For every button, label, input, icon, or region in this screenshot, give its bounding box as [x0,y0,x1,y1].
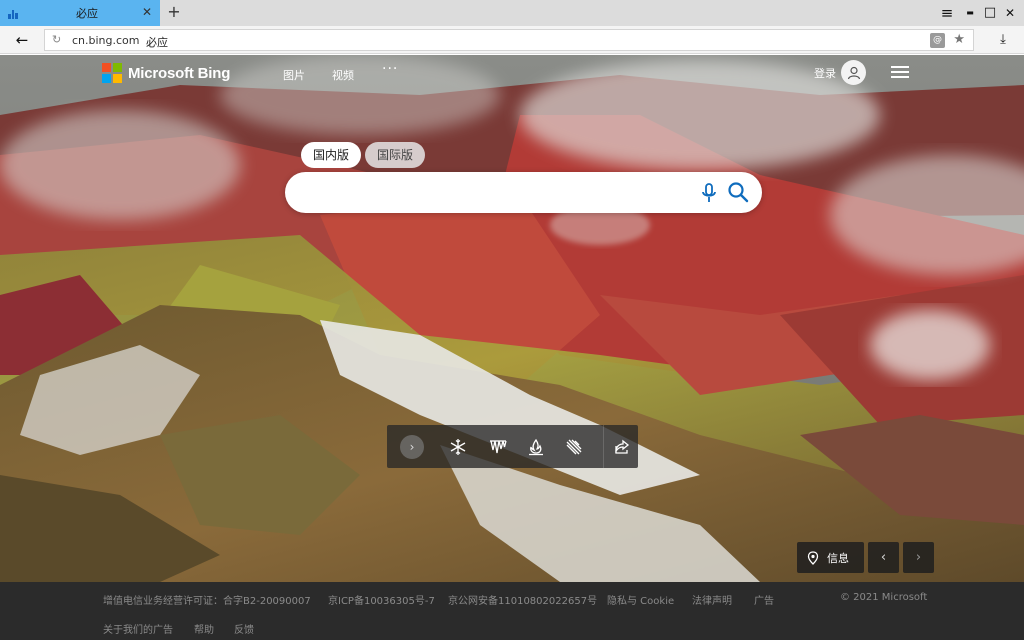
url-text[interactable]: cn.bing.com [72,34,140,47]
footer-link-police[interactable]: 京公网安备11010802022657号 [448,592,597,607]
search-icon[interactable] [727,181,749,203]
user-avatar-icon[interactable] [841,60,866,85]
snowflake-icon[interactable] [445,434,471,460]
footer-link-legal[interactable]: 法律声明 [692,592,732,607]
minimize-button[interactable]: ▬ [960,3,980,23]
window-close-button[interactable]: ✕ [1000,3,1020,23]
microsoft-logo-icon [102,63,122,83]
info-label: 信息 [827,551,849,565]
campfire-icon[interactable] [523,434,549,460]
more-menu-icon[interactable]: ··· [382,61,398,77]
logo-text: Microsoft Bing [128,64,231,82]
browser-tab-bar: 必应 ✕ + ≡ ▬ □ ✕ [0,0,1024,26]
footer-link-privacy[interactable]: 隐私与 Cookie [607,592,674,607]
page-title-text: 必应 [146,36,168,49]
snowfall-icon[interactable] [561,434,587,460]
browser-menu-icon[interactable]: ≡ [937,3,957,23]
footer-link-ads[interactable]: 广告 [754,592,774,607]
image-toolbar: › [387,425,638,468]
download-icon[interactable]: ⤓ [994,31,1012,49]
reload-icon[interactable]: ↻ [52,33,61,46]
nav-videos[interactable]: 视频 [332,67,354,83]
back-button[interactable]: ← [12,30,32,50]
previous-image-button[interactable]: ‹ [868,542,899,573]
location-pin-icon [807,550,819,565]
footer-link-icp[interactable]: 京ICP备10036305号-7 [328,592,435,607]
extension-icon[interactable]: @ [930,33,945,48]
page-footer: 增值电信业务经营许可证：合字B2-20090007 京ICP备10036305号… [0,582,1024,640]
share-icon[interactable] [609,434,635,460]
bing-homepage: Microsoft Bing 图片 视频 ··· 登录 国内版 国际版 › 信息… [0,55,1024,640]
hamburger-menu-icon[interactable] [891,66,909,80]
microsoft-bing-logo[interactable]: Microsoft Bing [102,63,230,83]
new-tab-button[interactable]: + [164,2,184,22]
maximize-button[interactable]: □ [980,3,1000,23]
bookmark-star-icon[interactable]: ★ [953,32,965,47]
image-info-button[interactable]: 信息 [797,542,864,573]
tab-close-icon[interactable]: ✕ [140,5,154,19]
bing-favicon-icon [8,7,19,19]
footer-copyright: © 2021 Microsoft [840,592,928,603]
footer-link-license[interactable]: 增值电信业务经营许可证：合字B2-20090007 [103,592,311,607]
next-image-button[interactable]: › [903,542,934,573]
footer-link-help[interactable]: 帮助 [194,621,214,636]
toolbar-divider [603,425,604,468]
omnibox[interactable]: ↻ cn.bing.com 必应 @ ★ [44,29,974,51]
expand-toolbar-button[interactable]: › [400,435,424,459]
address-bar-row: ← ↻ cn.bing.com 必应 @ ★ ⤓ [0,26,1024,54]
footer-link-feedback[interactable]: 反馈 [234,621,254,636]
login-link[interactable]: 登录 [814,65,836,81]
footer-link-about-ads[interactable]: 关于我们的广告 [103,621,173,636]
nav-images[interactable]: 图片 [283,67,305,83]
search-input[interactable] [305,182,685,202]
microphone-icon[interactable] [699,182,719,204]
browser-tab[interactable]: 必应 ✕ [0,0,160,26]
tab-title: 必应 [76,7,98,20]
search-box [285,172,762,213]
ice-icon[interactable] [485,434,511,460]
tab-domestic[interactable]: 国内版 [301,142,361,168]
tab-international[interactable]: 国际版 [365,142,425,168]
